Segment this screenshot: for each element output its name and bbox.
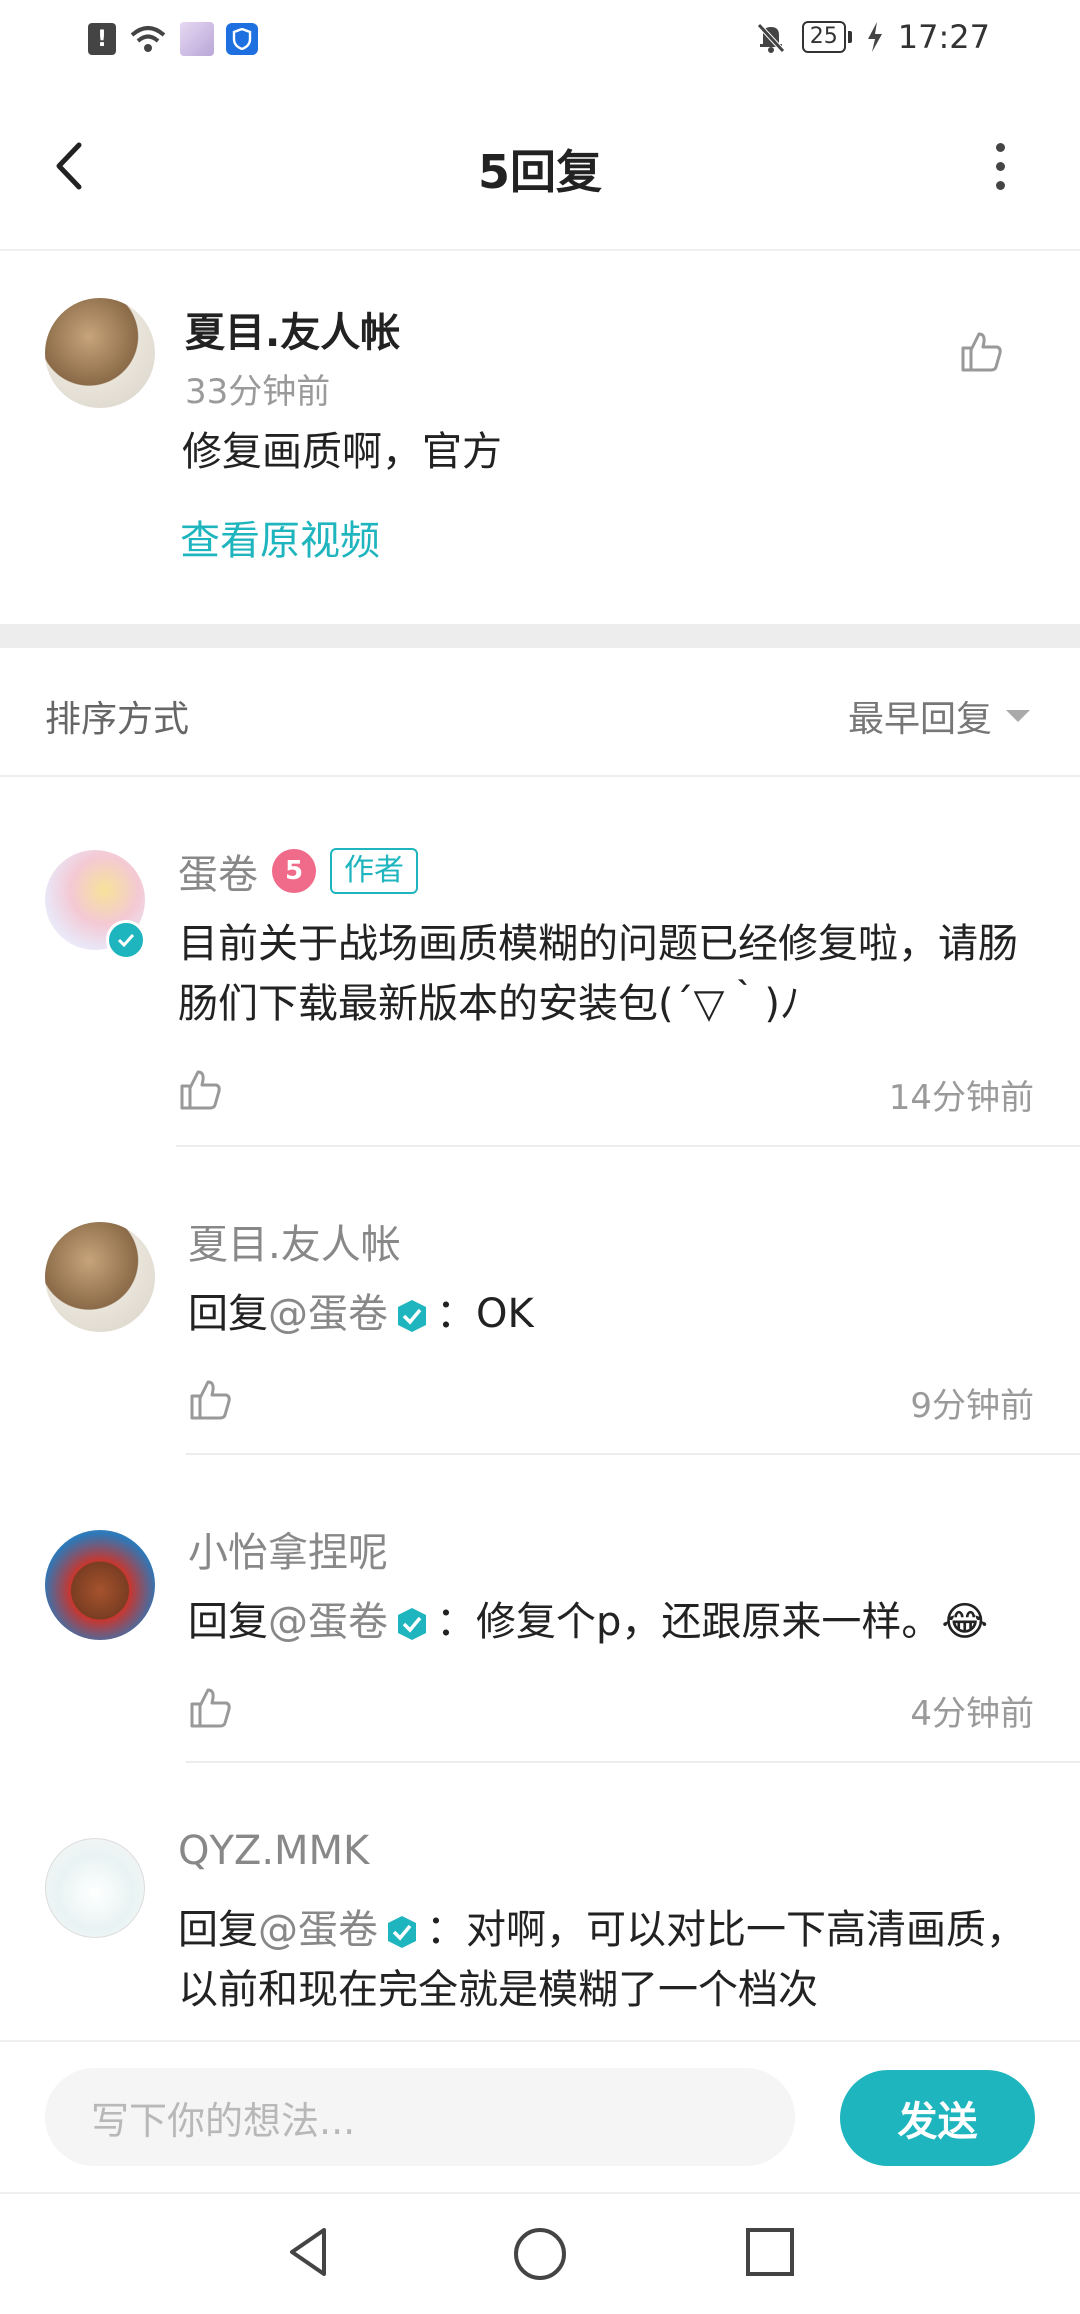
more-options-button[interactable] — [980, 138, 1020, 194]
app-header: 5回复 — [0, 80, 1080, 250]
reply-prefix: 回复 — [188, 1291, 268, 1337]
comment-input[interactable]: 写下你的想法... — [45, 2068, 795, 2166]
reply-author[interactable]: QYZ.MMK — [178, 1828, 369, 1874]
top-comment-author[interactable]: 夏目.友人帐 — [185, 300, 400, 358]
sort-dropdown[interactable]: 最早回复 — [848, 690, 1030, 742]
nav-recents-icon[interactable] — [744, 2226, 796, 2278]
system-nav-bar — [0, 2192, 1080, 2314]
row-divider — [176, 1145, 1080, 1147]
send-button[interactable]: 发送 — [840, 2070, 1035, 2166]
thumbs-up-icon[interactable] — [186, 1376, 234, 1424]
battery-level: 25 — [801, 21, 846, 53]
verified-badge-icon — [394, 1298, 430, 1334]
sort-value: 最早回复 — [847, 699, 992, 740]
section-divider — [0, 624, 1080, 648]
reply-author[interactable]: 小怡拿捏呢 — [188, 1520, 388, 1578]
reply-text: ：OK — [436, 1291, 534, 1337]
reply-time: 4分钟前 — [910, 1694, 1034, 1734]
mention-link[interactable]: @蛋卷 — [268, 1291, 388, 1337]
reply-prefix: 回复 — [178, 1907, 258, 1953]
sort-label: 排序方式 — [45, 699, 190, 740]
verified-badge-icon — [394, 1606, 430, 1642]
reply-content: 回复@蛋卷 ：对啊，可以对比一下高清画质，以前和现在完全就是模糊了一个档次 — [178, 1900, 1038, 2020]
top-comment-content: 修复画质啊，官方 — [182, 429, 502, 475]
thumbs-up-icon[interactable] — [957, 328, 1005, 376]
row-divider — [186, 1453, 1080, 1455]
row-divider — [186, 1761, 1080, 1763]
alert-icon: ! — [88, 23, 116, 55]
avatar[interactable] — [45, 1838, 145, 1938]
reply-time: 9分钟前 — [910, 1386, 1034, 1426]
reply-prefix: 回复 — [188, 1599, 268, 1645]
reply-author[interactable]: 蛋卷 — [178, 842, 258, 900]
status-left-icons: ! — [88, 22, 258, 56]
avatar[interactable] — [45, 1530, 155, 1640]
battery-icon: 25 — [801, 21, 852, 53]
shield-icon — [226, 23, 258, 55]
reply-time: 14分钟前 — [888, 1078, 1034, 1118]
avatar[interactable] — [45, 298, 155, 408]
nav-back-icon[interactable] — [284, 2224, 332, 2280]
verified-badge-icon — [106, 920, 146, 960]
reply-content: 目前关于战场画质模糊的问题已经修复啦，请肠肠们下载最新版本的安装包(´▽｀)ﾉ — [178, 921, 1018, 1027]
status-bar: ! 25 17:27 — [0, 0, 1080, 80]
wifi-icon — [130, 26, 166, 52]
author-badge: 作者 — [330, 848, 418, 894]
laughing-emoji-icon: 😂 — [941, 1599, 989, 1645]
top-comment-time: 33分钟前 — [185, 372, 331, 412]
caret-down-icon — [1006, 710, 1030, 722]
level-badge: 5 — [272, 849, 316, 893]
thumbs-up-icon[interactable] — [176, 1066, 224, 1114]
reply-text: ：修复个p，还跟原来一样。 — [436, 1599, 942, 1645]
verified-badge-icon — [384, 1914, 420, 1950]
app-avatar-icon — [180, 22, 214, 56]
comment-input-bar: 写下你的想法... 发送 — [0, 2040, 1080, 2194]
avatar[interactable] — [45, 1222, 155, 1332]
reply-header: 蛋卷 5 作者 — [178, 842, 418, 900]
mute-bell-icon — [756, 23, 785, 53]
sort-divider — [0, 775, 1080, 777]
mention-link[interactable]: @蛋卷 — [258, 1907, 378, 1953]
nav-home-icon[interactable] — [512, 2226, 568, 2282]
thumbs-up-icon[interactable] — [186, 1684, 234, 1732]
charging-icon — [867, 22, 882, 52]
view-original-video-link[interactable]: 查看原视频 — [180, 508, 380, 566]
page-title: 5回复 — [477, 145, 602, 199]
mention-link[interactable]: @蛋卷 — [268, 1599, 388, 1645]
status-time: 17:27 — [897, 18, 990, 56]
status-right-icons: 25 17:27 — [754, 18, 990, 56]
header-divider — [0, 249, 1080, 251]
reply-author[interactable]: 夏目.友人帐 — [188, 1212, 401, 1270]
reply-content: 回复@蛋卷 ：OK — [188, 1284, 534, 1344]
reply-content: 回复@蛋卷 ：修复个p，还跟原来一样。😂 — [188, 1592, 988, 1652]
